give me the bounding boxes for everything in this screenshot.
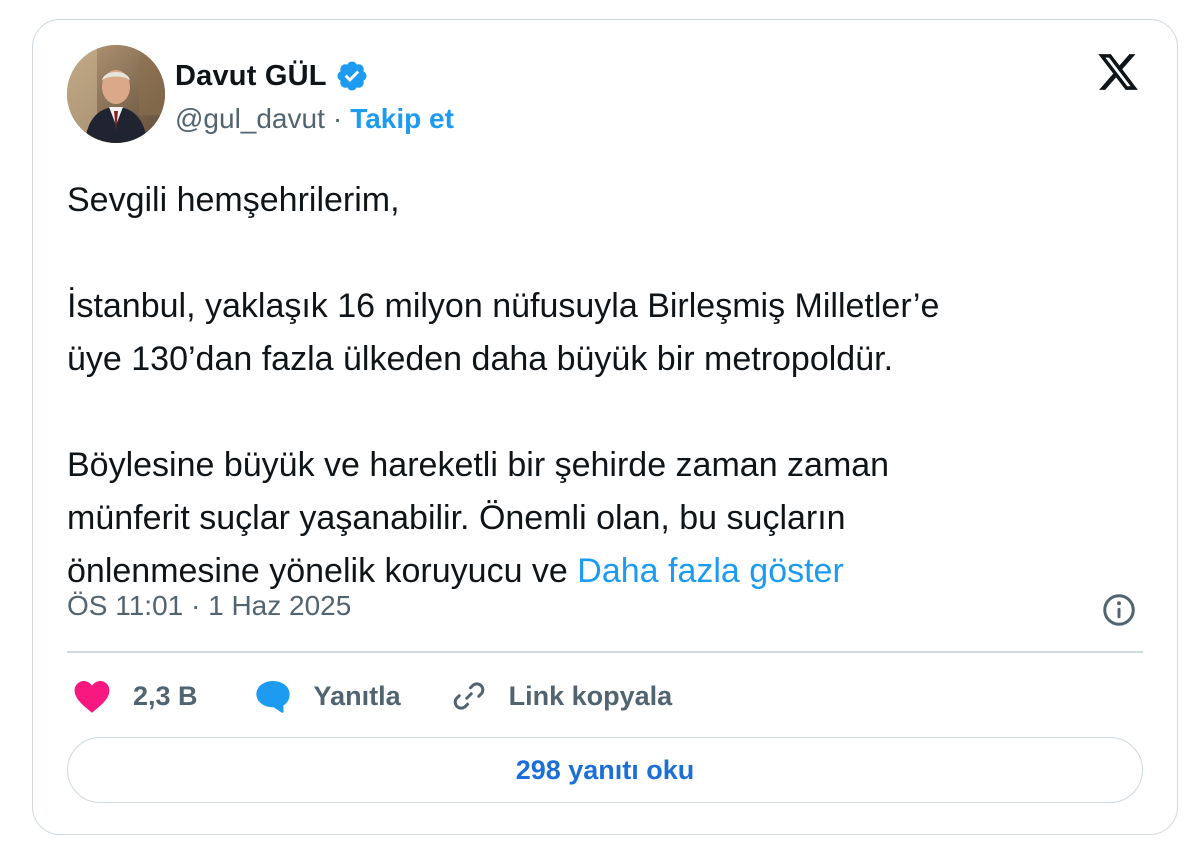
read-replies-button[interactable]: 298 yanıtı oku bbox=[67, 737, 1143, 803]
author-handle[interactable]: @gul_davut bbox=[175, 103, 325, 135]
tweet-text: Sevgili hemşehrilerim, İstanbul, yaklaşı… bbox=[67, 174, 1147, 598]
heart-icon bbox=[74, 680, 110, 713]
tweet-line: Böylesine büyük ve hareketli bir şehirde… bbox=[67, 446, 890, 484]
like-count: 2,3 B bbox=[133, 680, 198, 711]
like-button[interactable]: 2,3 B bbox=[73, 678, 198, 714]
reply-label: Yanıtla bbox=[313, 680, 401, 711]
follow-button[interactable]: Takip et bbox=[350, 103, 454, 135]
reply-button[interactable]: Yanıtla bbox=[254, 678, 401, 714]
reply-bubble-icon bbox=[255, 680, 290, 713]
divider bbox=[67, 651, 1143, 653]
tweet-line-text: önlenmesine yönelik koruyucu ve bbox=[67, 552, 568, 590]
tweet-line: üye 130’dan fazla ülkeden daha büyük bir… bbox=[67, 340, 894, 378]
handle-row: @gul_davut · Takip et bbox=[175, 101, 454, 137]
tweet-timestamp[interactable]: ÖS 11:01 · 1 Haz 2025 bbox=[67, 590, 351, 622]
x-logo-icon[interactable] bbox=[1095, 50, 1141, 94]
tweet-embed-card: Davut GÜL @gul_davut · Takip et Sevgili … bbox=[32, 19, 1178, 835]
action-bar: 2,3 B Yanıtla Link kopyala bbox=[73, 672, 672, 720]
show-more-link[interactable]: Daha fazla göster bbox=[577, 552, 844, 590]
display-name[interactable]: Davut GÜL bbox=[175, 60, 327, 93]
verified-badge-icon bbox=[335, 59, 369, 93]
separator-dot: · bbox=[332, 103, 343, 134]
author-name-row: Davut GÜL bbox=[175, 56, 369, 96]
info-icon[interactable] bbox=[1101, 592, 1137, 628]
link-icon bbox=[453, 682, 484, 710]
avatar[interactable] bbox=[67, 45, 165, 143]
tweet-line: münferit suçlar yaşanabilir. Önemli olan… bbox=[67, 499, 846, 537]
tweet-line: İstanbul, yaklaşık 16 milyon nüfusuyla B… bbox=[67, 287, 940, 325]
copy-link-label: Link kopyala bbox=[508, 680, 673, 711]
tweet-line: Sevgili hemşehrilerim, bbox=[67, 181, 400, 219]
copy-link-button[interactable]: Link kopyala bbox=[451, 678, 673, 714]
